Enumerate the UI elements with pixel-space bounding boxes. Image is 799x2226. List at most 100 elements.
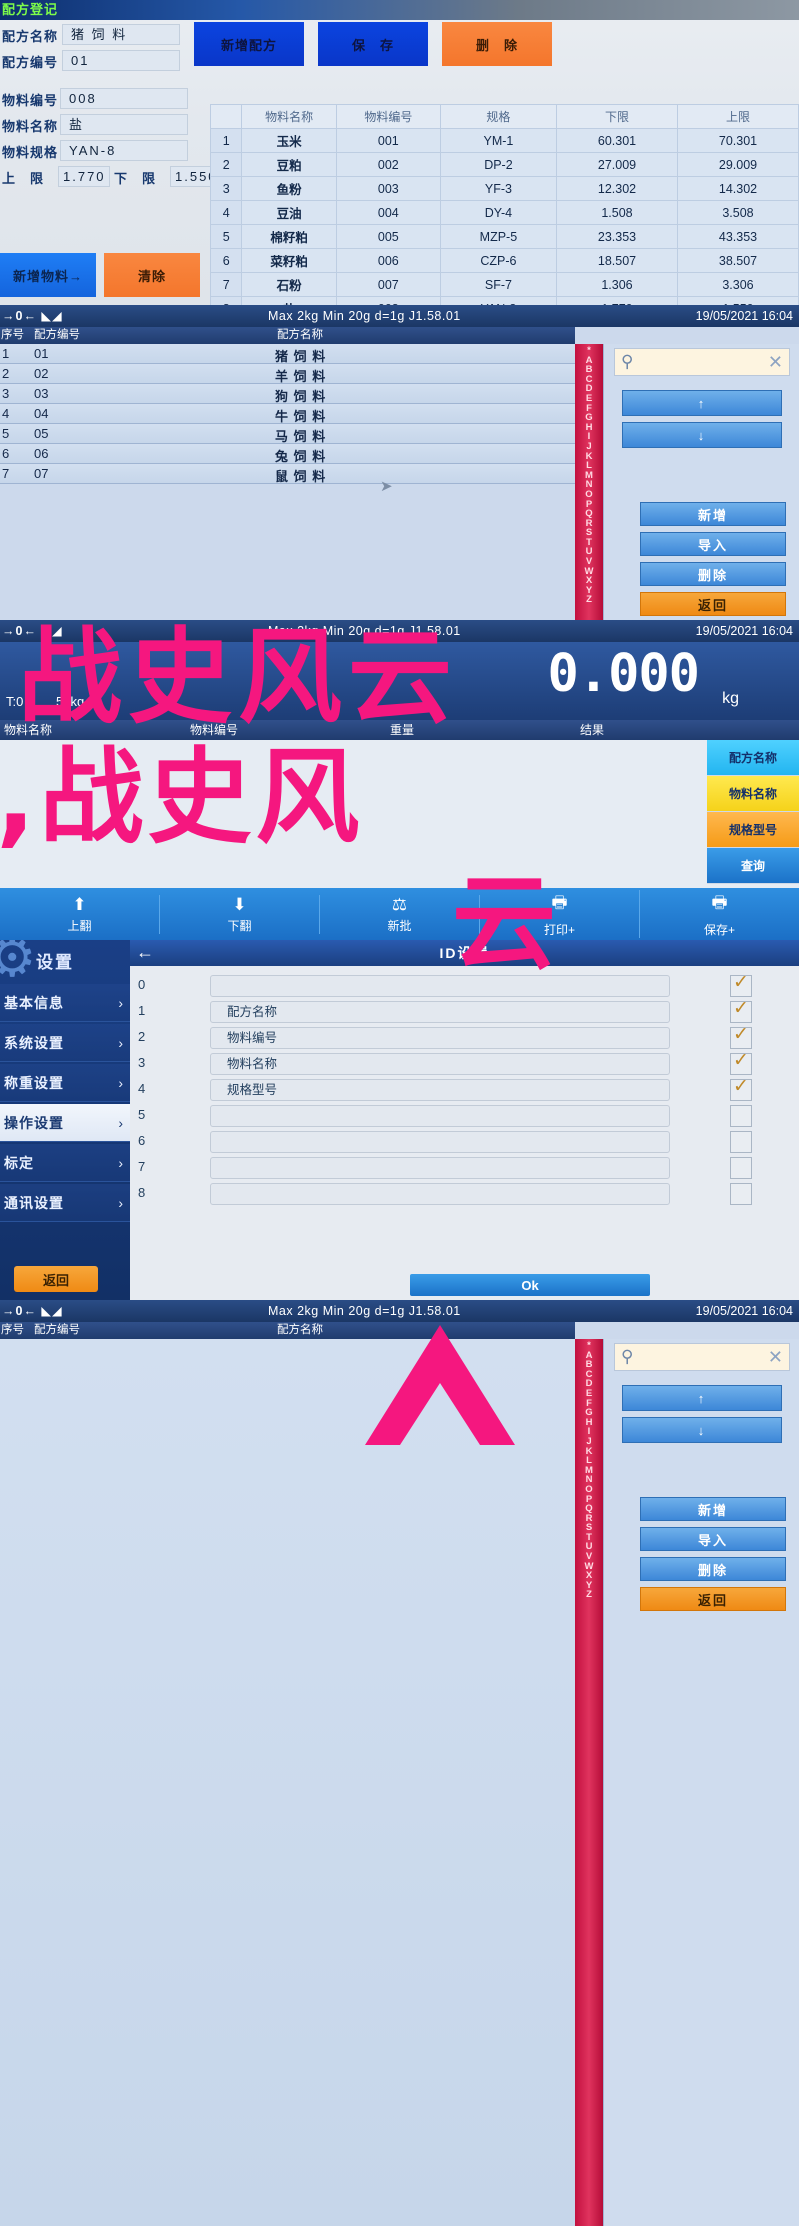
id-row: 1 配方名称 xyxy=(130,997,799,1025)
id-row-checkbox[interactable] xyxy=(730,1131,752,1153)
alphabet-index-rail[interactable]: * A B C D E F G H I J K L M N O P Q R S T U V W X Y Z xyxy=(575,344,603,620)
table-row[interactable]: 7 石粉 007 SF-7 1.306 3.306 xyxy=(209,272,799,297)
search-input-2[interactable]: ⚲ ✕ xyxy=(614,1343,790,1371)
list-item[interactable]: 3 03 狗 饲 料 xyxy=(0,384,575,404)
table-row[interactable]: 5 棉籽粕 005 MZP-5 23.353 43.353 xyxy=(209,224,799,249)
net-sub-value: 50kg xyxy=(56,694,85,709)
list-item[interactable]: 5 05 马 饲 料 xyxy=(0,424,575,444)
quick-recipe-name-button[interactable]: 配方名称 xyxy=(707,740,799,776)
label-material-spec: 物料规格 xyxy=(2,145,59,160)
clear-search-icon[interactable]: ✕ xyxy=(768,352,783,373)
nav-up-button[interactable]: ↑ xyxy=(622,390,782,416)
table-row[interactable]: 2 豆粕 002 DP-2 27.009 29.009 xyxy=(209,152,799,177)
nav-down-button-2[interactable]: ↓ xyxy=(622,1417,782,1443)
add-button-2[interactable]: 新增 xyxy=(640,1497,786,1521)
clear-button[interactable]: 清除 xyxy=(104,253,200,297)
sidebar-item-0[interactable]: 基本信息 › xyxy=(0,984,130,1022)
id-row-input[interactable] xyxy=(210,1157,670,1179)
alpha-letter[interactable]: Z xyxy=(575,595,603,605)
import-button[interactable]: 导入 xyxy=(640,532,786,556)
id-row-input[interactable]: 规格型号 xyxy=(210,1079,670,1101)
recipe-code-input[interactable]: 01 xyxy=(62,50,180,71)
chevron-right-icon: › xyxy=(118,1115,124,1131)
list-item[interactable]: 1 01 猪 饲 料 xyxy=(0,344,575,364)
id-row-input[interactable] xyxy=(210,1131,670,1153)
id-row-checkbox[interactable] xyxy=(730,971,752,997)
back-button[interactable]: 返回 xyxy=(640,592,786,616)
datetime-text-3: 19/05/2021 16:04 xyxy=(695,1304,793,1318)
recipe-name-input[interactable]: 猪 饲 料 xyxy=(62,24,180,45)
id-row-checkbox[interactable] xyxy=(730,1049,752,1075)
import-button-2[interactable]: 导入 xyxy=(640,1527,786,1551)
material-spec-input[interactable]: YAN-8 xyxy=(60,140,188,161)
list-item[interactable]: 6 06 兔 饲 料 xyxy=(0,444,575,464)
id-row-input[interactable]: 物料编号 xyxy=(210,1027,670,1049)
id-row-checkbox[interactable] xyxy=(730,1075,752,1101)
quick-material-name-button[interactable]: 物料名称 xyxy=(707,776,799,812)
table-row[interactable]: 4 豆油 004 DY-4 1.508 3.508 xyxy=(209,200,799,225)
nav-up-button-2[interactable]: ↑ xyxy=(622,1385,782,1411)
table-row[interactable]: 1 玉米 001 YM-1 60.301 70.301 xyxy=(209,128,799,153)
id-row-input[interactable]: 物料名称 xyxy=(210,1053,670,1075)
scale-spec-text-2: Max 2kg Min 20g d=1g J1.58.01 xyxy=(268,624,461,638)
settings-back-button[interactable]: 返回 xyxy=(14,1266,98,1292)
table-row[interactable]: 3 鱼粉 003 YF-3 12.302 14.302 xyxy=(209,176,799,201)
id-row-checkbox[interactable] xyxy=(730,997,752,1023)
recipe-list-header: 序号 配方编号 配方名称 xyxy=(0,327,575,344)
sidebar-item-4[interactable]: 标定 › xyxy=(0,1144,130,1182)
id-row: 8 xyxy=(130,1182,799,1207)
material-code-input[interactable]: 008 xyxy=(60,88,188,109)
alpha-letter[interactable]: Z xyxy=(575,1590,603,1600)
id-row-checkbox[interactable] xyxy=(730,1023,752,1049)
new-batch-button[interactable]: ⚖ 新批 xyxy=(320,894,480,934)
weigh-quick-buttons: 配方名称 物料名称 规格型号 查询 xyxy=(707,740,799,884)
cell-3: YM-1 xyxy=(439,128,558,153)
th-recipe-name: 配方名称 xyxy=(277,329,323,341)
id-row-checkbox[interactable] xyxy=(730,1183,752,1205)
delete-button[interactable]: 删 除 xyxy=(442,22,552,66)
cell-0: 5 xyxy=(209,224,243,249)
ok-button[interactable]: Ok xyxy=(410,1274,650,1296)
sidebar-item-1[interactable]: 系统设置 › xyxy=(0,1024,130,1062)
save-button[interactable]: 保 存 xyxy=(318,22,428,66)
id-row-checkbox[interactable] xyxy=(730,1105,752,1127)
page-up-button[interactable]: ⬆ 上翻 xyxy=(0,894,160,934)
list-item[interactable]: 4 04 牛 饲 料 xyxy=(0,404,575,424)
material-name-input[interactable]: 盐 xyxy=(60,114,188,135)
back-arrow-icon[interactable]: ← xyxy=(136,942,154,963)
delete-button-2[interactable]: 删除 xyxy=(640,1557,786,1581)
add-recipe-button[interactable]: 新增配方 xyxy=(194,22,304,66)
quick-spec-button[interactable]: 规格型号 xyxy=(707,812,799,848)
id-row-input[interactable]: 配方名称 xyxy=(210,1001,670,1023)
print-button[interactable]: 🖶 打印+ xyxy=(480,890,640,938)
recipe-list-body-2[interactable] xyxy=(0,1339,575,2226)
add-button[interactable]: 新增 xyxy=(640,502,786,526)
table-row[interactable]: 6 菜籽粕 006 CZP-6 18.507 38.507 xyxy=(209,248,799,273)
id-row-index: 3 xyxy=(138,1055,146,1070)
sidebar-item-2[interactable]: 称重设置 › xyxy=(0,1064,130,1102)
id-row-input[interactable] xyxy=(210,1183,670,1205)
id-row-checkbox[interactable] xyxy=(730,1157,752,1179)
add-material-button[interactable]: 新增物料→ xyxy=(0,253,96,297)
save-record-button[interactable]: 🖶 保存+ xyxy=(640,890,799,938)
list-item[interactable]: 7 07 鼠 饲 料 xyxy=(0,464,575,484)
query-button[interactable]: 查询 xyxy=(707,848,799,884)
id-row-input[interactable] xyxy=(210,975,670,997)
sidebar-item-5[interactable]: 通讯设置 › xyxy=(0,1184,130,1222)
delete-button[interactable]: 删除 xyxy=(640,562,786,586)
recipe-side-pane-2: ⚲ ✕ ↑ ↓ 新增 导入 删除 返回 xyxy=(603,1339,799,2226)
list-item[interactable]: 2 02 羊 饲 料 xyxy=(0,364,575,384)
page-down-button[interactable]: ⬇ 下翻 xyxy=(160,894,320,934)
alphabet-index-rail-2[interactable]: * A B C D E F G H I J K L M N O P Q R S T U V W X Y Z xyxy=(575,1339,603,2226)
id-row-input[interactable] xyxy=(210,1105,670,1127)
search-input[interactable]: ⚲ ✕ xyxy=(614,348,790,376)
table-row[interactable]: 8盐008YAN-81.7701.550 xyxy=(209,296,799,305)
nav-down-button[interactable]: ↓ xyxy=(622,422,782,448)
back-button-2[interactable]: 返回 xyxy=(640,1587,786,1611)
save-icon: 🖶 xyxy=(711,893,728,912)
sidebar-item-3[interactable]: 操作设置 › xyxy=(0,1104,130,1142)
clear-search-icon-2[interactable]: ✕ xyxy=(768,1347,783,1368)
cell-3: YF-3 xyxy=(439,176,558,201)
upper-limit-input[interactable]: 1.770 xyxy=(58,166,110,187)
th-w-material-code: 物料编号 xyxy=(190,723,239,737)
